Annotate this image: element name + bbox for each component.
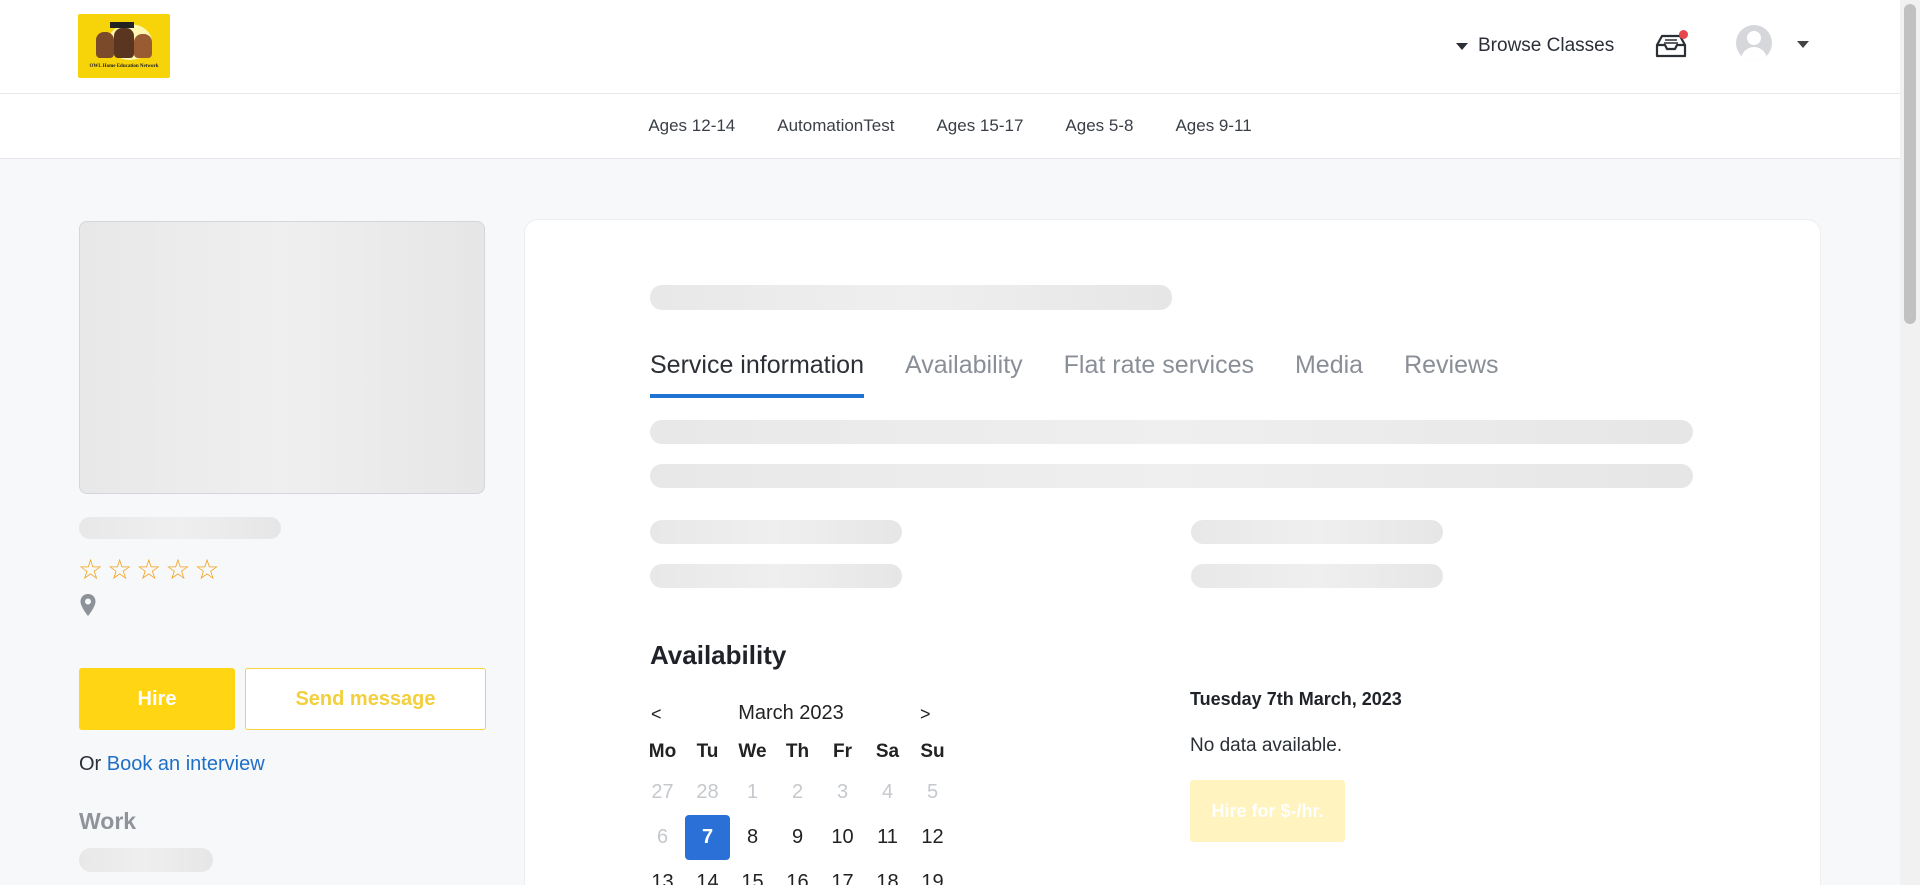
category-nav: Ages 12-14 AutomationTest Ages 15-17 Age… xyxy=(0,94,1900,159)
star-outline-icon: ☆ xyxy=(165,554,191,585)
profile-photo-placeholder xyxy=(79,221,485,494)
calendar-day[interactable]: 16 xyxy=(775,860,820,885)
tab-service-information[interactable]: Service information xyxy=(650,351,864,398)
info-placeholder xyxy=(650,520,902,544)
title-placeholder xyxy=(650,285,1172,310)
info-placeholder xyxy=(650,564,902,588)
calendar-weekday: Sa xyxy=(875,741,900,762)
category-ages-5-8[interactable]: Ages 5-8 xyxy=(1065,116,1133,136)
rating-stars: ☆ ☆ ☆ ☆ ☆ xyxy=(78,556,220,584)
calendar-weekday: Tu xyxy=(696,741,719,762)
calendar-weekday: Su xyxy=(920,741,945,762)
star-outline-icon: ☆ xyxy=(107,554,133,585)
send-message-button[interactable]: Send message xyxy=(245,668,486,730)
calendar-day[interactable]: 28 xyxy=(685,770,730,815)
calendar-month: March 2023 xyxy=(738,702,844,724)
calendar-day[interactable]: 27 xyxy=(640,770,685,815)
work-section-title: Work xyxy=(79,808,137,834)
tab-reviews[interactable]: Reviews xyxy=(1404,351,1498,398)
calendar-day-selected[interactable]: 7 xyxy=(685,815,730,860)
calendar-next-button[interactable]: > xyxy=(920,704,931,725)
user-menu-caret-icon[interactable] xyxy=(1797,41,1809,48)
calendar-days: 27 28 1 2 3 4 5 6 7 8 9 10 11 12 13 14 15 16 17 18 19 xyxy=(640,770,955,885)
calendar-day[interactable]: 1 xyxy=(730,770,775,815)
star-outline-icon: ☆ xyxy=(136,554,162,585)
calendar-day[interactable]: 17 xyxy=(820,860,865,885)
avatar-body xyxy=(1741,47,1767,61)
selected-date-label: Tuesday 7th March, 2023 xyxy=(1190,689,1402,709)
site-logo[interactable]: OWL Home Education Network xyxy=(78,14,170,78)
logo-figure xyxy=(114,28,134,58)
calendar-day[interactable]: 12 xyxy=(910,815,955,860)
tab-availability[interactable]: Availability xyxy=(905,351,1023,398)
category-ages-15-17[interactable]: Ages 15-17 xyxy=(936,116,1023,136)
calendar-day[interactable]: 14 xyxy=(685,860,730,885)
top-header: OWL Home Education Network Browse Classe… xyxy=(0,0,1900,94)
calendar-weekday: Mo xyxy=(648,741,677,762)
or-text: Or xyxy=(79,753,102,775)
availability-title: Availability xyxy=(650,640,787,670)
notification-dot xyxy=(1679,30,1688,39)
tab-flat-rate-services[interactable]: Flat rate services xyxy=(1064,351,1254,398)
caret-down-icon xyxy=(1456,42,1468,50)
calendar-day[interactable]: 15 xyxy=(730,860,775,885)
logo-figure xyxy=(134,34,152,58)
avatar-head xyxy=(1747,31,1761,45)
description-placeholder xyxy=(650,420,1693,444)
info-placeholder xyxy=(1191,564,1443,588)
book-interview-line: Or Book an interview xyxy=(79,753,265,776)
calendar-day[interactable]: 5 xyxy=(910,770,955,815)
calendar-day[interactable]: 18 xyxy=(865,860,910,885)
location-pin-icon xyxy=(80,594,96,616)
category-ages-12-14[interactable]: Ages 12-14 xyxy=(648,116,735,136)
tab-media[interactable]: Media xyxy=(1295,351,1363,398)
inbox-icon[interactable] xyxy=(1654,30,1688,60)
calendar-weekday: We xyxy=(738,741,767,762)
calendar-day[interactable]: 3 xyxy=(820,770,865,815)
category-ages-9-11[interactable]: Ages 9-11 xyxy=(1175,116,1251,136)
hire-button[interactable]: Hire xyxy=(79,668,235,730)
calendar-day[interactable]: 9 xyxy=(775,815,820,860)
no-data-text: No data available. xyxy=(1190,735,1343,756)
book-interview-link[interactable]: Book an interview xyxy=(107,753,265,775)
calendar-day[interactable]: 13 xyxy=(640,860,685,885)
calendar-day[interactable]: 8 xyxy=(730,815,775,860)
calendar-prev-button[interactable]: < xyxy=(651,704,662,725)
page-scrollbar-thumb[interactable] xyxy=(1904,4,1916,324)
profile-tabs: Service information Availability Flat ra… xyxy=(650,351,1499,398)
hire-for-rate-button[interactable]: Hire for $-/hr. xyxy=(1190,780,1345,842)
calendar-day[interactable]: 6 xyxy=(640,815,685,860)
calendar-weekday: Fr xyxy=(833,741,852,762)
calendar-day[interactable]: 10 xyxy=(820,815,865,860)
graduation-cap-icon xyxy=(110,22,134,28)
browse-classes-dropdown[interactable]: Browse Classes xyxy=(1456,30,1614,62)
browse-classes-label: Browse Classes xyxy=(1478,35,1615,56)
calendar-nav: March 2023 < > xyxy=(643,700,933,730)
calendar-weekdays: Mo Tu We Th Fr Sa Su xyxy=(640,741,955,763)
user-avatar[interactable] xyxy=(1736,25,1772,61)
calendar-day[interactable]: 2 xyxy=(775,770,820,815)
logo-text: OWL Home Education Network xyxy=(89,64,159,69)
description-placeholder xyxy=(650,464,1693,488)
category-automationtest[interactable]: AutomationTest xyxy=(777,116,894,136)
star-outline-icon: ☆ xyxy=(194,554,220,585)
info-placeholder xyxy=(1191,520,1443,544)
calendar-day[interactable]: 19 xyxy=(910,860,955,885)
calendar-day[interactable]: 4 xyxy=(865,770,910,815)
star-outline-icon: ☆ xyxy=(78,554,104,585)
work-placeholder xyxy=(79,848,213,872)
logo-figure xyxy=(96,32,114,58)
calendar-day[interactable]: 11 xyxy=(865,815,910,860)
calendar-weekday: Th xyxy=(785,741,810,762)
profile-name-placeholder xyxy=(79,517,281,539)
